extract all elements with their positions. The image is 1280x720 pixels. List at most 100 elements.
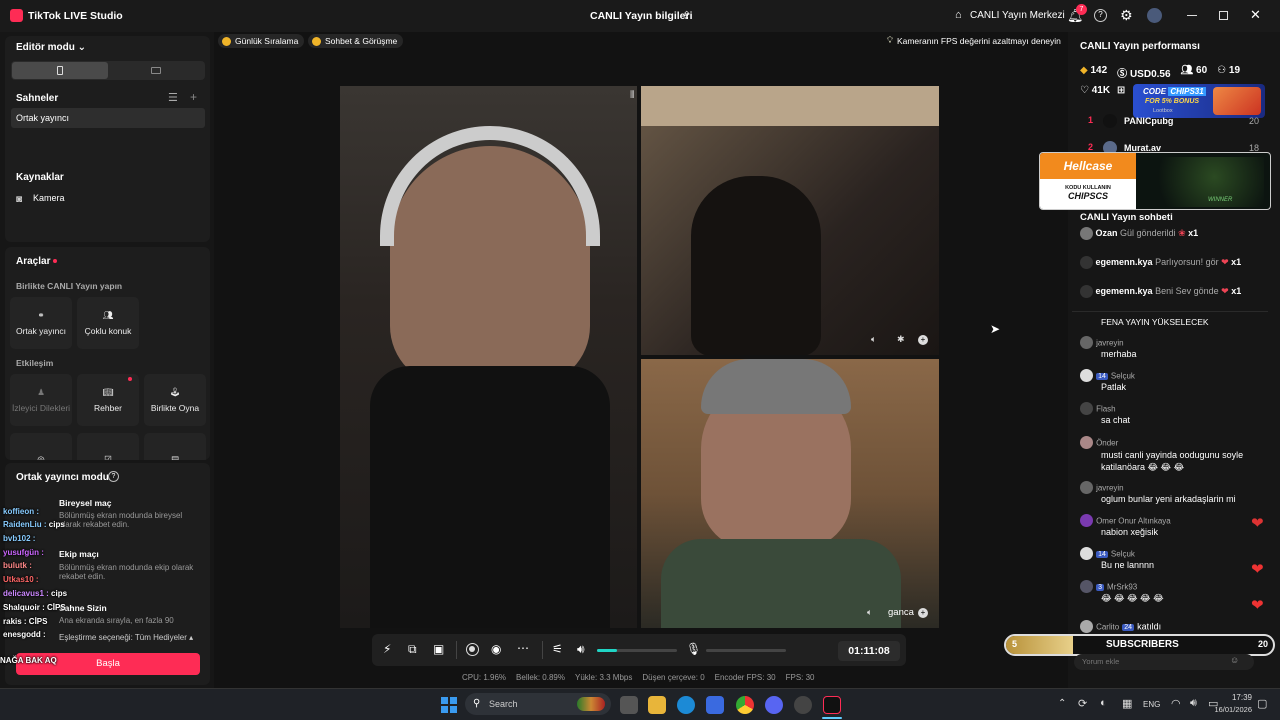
viewer-requests-tool[interactable]: ♟ İzleyici Dilekleri	[10, 374, 72, 426]
comment-input[interactable]: Yorum ekle	[1074, 654, 1254, 670]
stat-encoder-fps: Encoder FPS: 30	[715, 673, 776, 682]
chat-message: Önder musti canli yayinda oodugunu soyle …	[1080, 436, 1266, 473]
avatar	[1080, 256, 1093, 269]
mixer-icon[interactable]: ⚟	[552, 642, 563, 656]
guest-hair	[701, 359, 851, 414]
landscape-button[interactable]	[109, 62, 205, 79]
tool-more-2[interactable]: ☑	[77, 433, 139, 460]
tray-icon-2[interactable]: ◐	[1100, 697, 1107, 709]
add-icon[interactable]: +	[918, 335, 928, 345]
portrait-button[interactable]	[12, 62, 108, 79]
scene-item[interactable]: Ortak yayıncı	[11, 108, 205, 128]
language-indicator[interactable]: ENG	[1143, 700, 1160, 709]
source-camera[interactable]: Kamera	[33, 193, 65, 203]
viewers-value: 60	[1196, 65, 1208, 76]
camera-effects-icon[interactable]: ◉	[491, 642, 501, 656]
tray-icon-3[interactable]: ▦	[1122, 697, 1132, 710]
rank-num: 1	[1088, 115, 1094, 125]
magic-wand-icon[interactable]: ⚡︎	[383, 642, 391, 656]
notification-center-icon[interactable]: ▢	[1257, 697, 1267, 710]
live-center-button[interactable]: CANLI Yayın Merkezi	[970, 10, 1065, 21]
follower-icon: ⚇	[1217, 65, 1227, 76]
notification-badge: 7	[1076, 4, 1087, 15]
windows-start-icon[interactable]	[441, 697, 457, 713]
clock-date[interactable]: 16/01/2026	[1208, 705, 1252, 714]
add-icon[interactable]: +	[918, 608, 928, 618]
screen-capture-icon[interactable]: ⧉	[408, 642, 417, 657]
tiktok-studio-taskbar-icon[interactable]	[823, 696, 841, 714]
edge-icon[interactable]	[677, 696, 695, 714]
guest-hair	[691, 176, 821, 355]
mic-icon[interactable]: 🎙︎	[686, 642, 701, 656]
heart-icon: ❤	[1251, 597, 1264, 614]
cohost-label: Ortak yayıncı	[15, 326, 67, 336]
layout-icon[interactable]: ▣	[433, 642, 444, 656]
avatar	[1080, 369, 1093, 382]
divider	[542, 641, 543, 659]
search-icon: ⚲	[473, 698, 481, 709]
host-jacket	[370, 366, 610, 628]
share-icon[interactable]: ⇪	[682, 9, 691, 22]
speaker-icon[interactable]: 🔈︎	[867, 607, 872, 618]
active-indicator	[822, 717, 842, 719]
settings-icon[interactable]: ✱	[897, 334, 905, 345]
record-icon[interactable]	[466, 643, 479, 656]
divider	[456, 641, 457, 659]
overlay-chat-row: bvb102 :	[3, 534, 36, 543]
guest-video-2[interactable]: 🔈︎ ganca +	[641, 359, 939, 628]
help-icon[interactable]: ?	[1094, 9, 1107, 22]
play-together-tool[interactable]: 🕹︎ Birlikte Oyna	[144, 374, 206, 426]
maximize-icon[interactable]	[1219, 11, 1228, 20]
clock-time[interactable]: 17:39	[1230, 693, 1252, 702]
mic-slider[interactable]	[706, 649, 786, 652]
tray-icon[interactable]: ⟳	[1078, 697, 1087, 710]
file-explorer-icon[interactable]	[648, 696, 666, 714]
gift-row: Ozan Gül gönderildi ❀ x1	[1080, 227, 1266, 240]
host-video[interactable]: ⦀	[340, 86, 637, 628]
win-tile	[441, 697, 448, 704]
emoji-icon[interactable]: ☺	[1230, 655, 1239, 665]
task-view-icon[interactable]	[620, 696, 638, 714]
wifi-icon[interactable]: ◠	[1171, 697, 1181, 710]
ad-code: CODE CHIPS31	[1143, 87, 1206, 96]
gear-icon[interactable]: ⚙	[1120, 7, 1133, 24]
minimize-icon[interactable]	[1187, 15, 1197, 16]
taskbar-search[interactable]: ⚲ Search	[465, 693, 611, 715]
volume-icon[interactable]: 🔊︎	[577, 642, 585, 657]
gift-row: egemenn.kya Beni Sev gönde ❤ x1	[1080, 285, 1266, 298]
steam-icon[interactable]	[794, 696, 812, 714]
discord-icon[interactable]	[765, 696, 783, 714]
guest-video-1[interactable]: 🔈︎ ✱ +	[641, 86, 939, 355]
layout-icon[interactable]: ⦀	[630, 90, 634, 101]
guide-tool[interactable]: 📖︎ Rehber	[77, 374, 139, 426]
close-icon[interactable]: ✕	[1250, 7, 1261, 23]
speaker-icon[interactable]: 🔊︎	[1190, 697, 1197, 710]
lootbox-ad: CODE CHIPS31 FOR 5% BONUS Lootbox	[1133, 84, 1265, 118]
avatar[interactable]	[1147, 8, 1162, 23]
add-scene-icon[interactable]: +	[190, 90, 197, 104]
chevron-up-icon[interactable]: ⌃	[1058, 698, 1066, 709]
speaker-icon[interactable]: 🔈︎	[871, 334, 876, 345]
overlay-chat-row: bulutk :	[3, 561, 32, 570]
chrome-icon[interactable]	[736, 696, 754, 714]
help-icon[interactable]: ?	[108, 471, 119, 482]
daily-ranking-chip[interactable]: Günlük Sıralama	[218, 34, 305, 48]
rose-icon: ❀	[1178, 227, 1186, 238]
list-icon[interactable]: ☰	[168, 91, 178, 104]
multi-guest-tool[interactable]: 👥︎ Çoklu konuk	[77, 297, 139, 349]
new-dot	[53, 259, 57, 263]
more-icon[interactable]: ⋯	[517, 641, 529, 655]
stream-info-title[interactable]: CANLI Yayın bilgileri	[590, 10, 693, 22]
volume-slider[interactable]	[597, 649, 677, 652]
editor-mode-dropdown[interactable]: Editör modu ⌄	[16, 42, 86, 53]
store-icon[interactable]	[706, 696, 724, 714]
chat-user: Flash	[1096, 404, 1116, 414]
tool-more-3[interactable]: ▤	[144, 433, 206, 460]
tool-more-1[interactable]: ◎	[10, 433, 72, 460]
ad-code-value: CHIPS31	[1168, 87, 1206, 96]
chat-call-chip[interactable]: Sohbet & Görüşme	[308, 34, 404, 48]
cohost-tool[interactable]: ⚭ Ortak yayıncı	[10, 297, 72, 349]
chat-user: Omer Onur Altınkaya	[1096, 516, 1171, 526]
chat-message: javreyin merhaba	[1080, 336, 1266, 359]
stat-fps: FPS: 30	[786, 673, 815, 682]
